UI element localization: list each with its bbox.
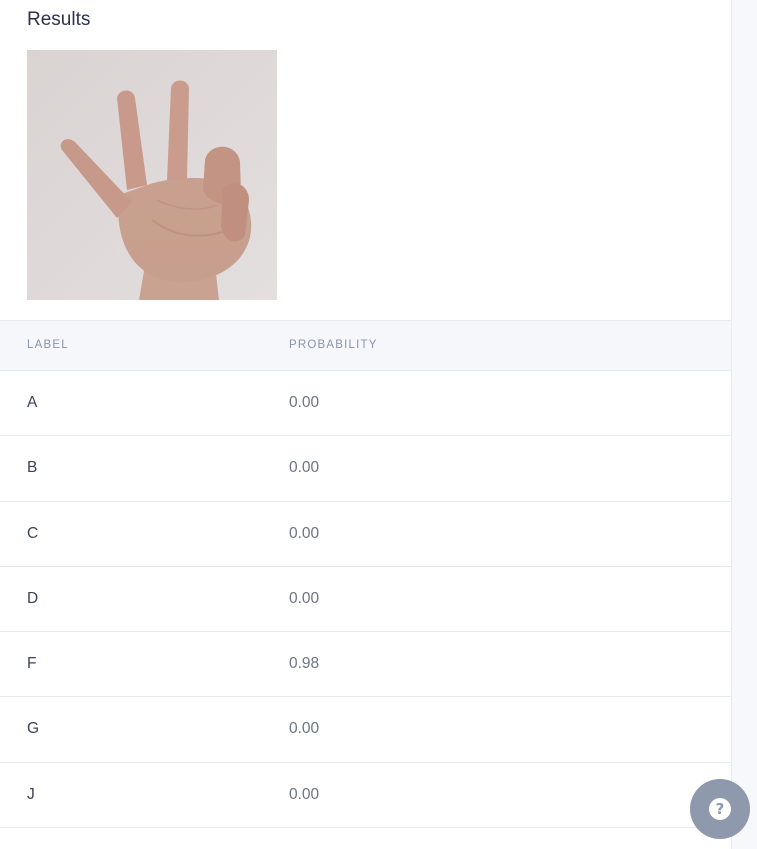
table-row: C 0.00 bbox=[0, 502, 731, 567]
table-row: D 0.00 bbox=[0, 567, 731, 633]
row-label: J bbox=[27, 785, 35, 803]
row-label: C bbox=[27, 524, 39, 542]
row-label: B bbox=[27, 459, 38, 477]
row-label: A bbox=[27, 394, 38, 411]
help-button[interactable]: ? bbox=[690, 779, 750, 839]
row-label: F bbox=[27, 655, 37, 673]
label-column-header: LABEL bbox=[27, 339, 69, 351]
table-row: B 0.00 bbox=[0, 436, 731, 502]
row-label: G bbox=[27, 720, 40, 738]
hand-photo bbox=[27, 50, 277, 300]
row-probability: 0.00 bbox=[289, 394, 320, 411]
probability-column-header: PROBABILITY bbox=[289, 339, 378, 351]
table-row: F 0.98 bbox=[0, 632, 731, 698]
row-probability: 0.00 bbox=[289, 589, 320, 607]
table-row: G 0.00 bbox=[0, 697, 731, 763]
results-panel: Results LABEL PROBABILITY A 0.00 B 0.00 … bbox=[0, 0, 732, 849]
row-label: D bbox=[27, 589, 39, 607]
table-header: LABEL PROBABILITY bbox=[0, 320, 731, 371]
row-probability: 0.00 bbox=[289, 785, 320, 803]
result-image bbox=[27, 50, 277, 300]
table-row: J 0.00 bbox=[0, 763, 731, 829]
results-title: Results bbox=[27, 9, 91, 30]
row-probability: 0.00 bbox=[289, 459, 320, 477]
table-row: A 0.00 bbox=[0, 371, 731, 437]
results-table: LABEL PROBABILITY A 0.00 B 0.00 C 0.00 D… bbox=[0, 320, 731, 829]
question-circle-icon: ? bbox=[709, 798, 731, 820]
row-probability: 0.98 bbox=[289, 655, 320, 673]
row-probability: 0.00 bbox=[289, 524, 320, 542]
row-probability: 0.00 bbox=[289, 720, 320, 738]
